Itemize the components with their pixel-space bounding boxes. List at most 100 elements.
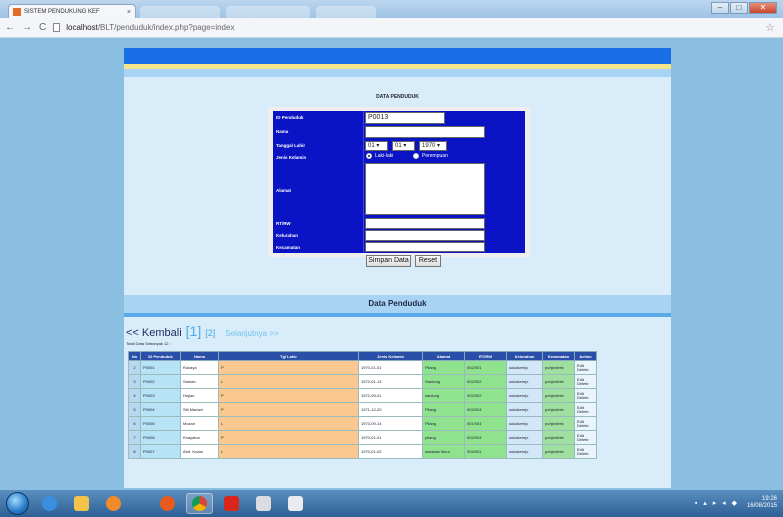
- cell-kel: sukakerejo: [506, 430, 543, 445]
- page-icon: [53, 23, 61, 32]
- address-bar[interactable]: localhost/BLT/penduduk/index.php?page=in…: [66, 23, 234, 32]
- cell-id: P0005: [140, 416, 181, 431]
- radio-laki-laki[interactable]: Laki-laki: [366, 153, 393, 159]
- cell-kel: sukakerejo: [506, 374, 543, 389]
- cell-kel: sukakerejo: [506, 416, 543, 431]
- media-taskbar-icon[interactable]: [100, 493, 127, 514]
- data-penduduk-title: Data Penduduk: [124, 295, 671, 313]
- cell-id: P0006: [140, 430, 181, 445]
- app2-taskbar-icon[interactable]: [282, 493, 309, 514]
- data-penduduk-form: ID Penduduk P0013 Nama Tanggal Lahir 01 …: [273, 111, 525, 253]
- rtrw-input[interactable]: [365, 218, 485, 229]
- delete-link[interactable]: Delete: [577, 423, 594, 428]
- tab-close-icon[interactable]: ×: [127, 9, 131, 16]
- header-banner: [124, 48, 671, 64]
- maximize-button[interactable]: □: [730, 2, 748, 14]
- cell-no: 5: [128, 402, 141, 417]
- cell-rtrw: 002/002: [464, 388, 507, 403]
- browser-tab-blurred[interactable]: [226, 6, 310, 18]
- delete-link[interactable]: Delete: [577, 409, 594, 414]
- cell-no: 8: [128, 444, 141, 459]
- explorer-taskbar-icon[interactable]: [68, 493, 95, 514]
- id-penduduk-input[interactable]: P0013: [365, 112, 445, 124]
- tgl-month-select[interactable]: 01 ▾: [392, 141, 415, 151]
- page-1-link[interactable]: [1]: [186, 323, 202, 339]
- kecamatan-input[interactable]: [365, 242, 485, 252]
- ie-taskbar-icon[interactable]: [36, 493, 63, 514]
- label-id-penduduk: ID Penduduk: [276, 115, 304, 120]
- cell-kec: pohjentrek: [542, 374, 575, 389]
- reload-icon[interactable]: C: [39, 22, 46, 33]
- cell-jk: L: [218, 444, 359, 459]
- cell-tgl: 1970-01-02: [358, 444, 423, 459]
- firefox-taskbar-icon[interactable]: [154, 493, 181, 514]
- cell-nama: Siti Mariani: [180, 402, 219, 417]
- title-strip: [124, 313, 671, 317]
- selanjutnya-link[interactable]: Selanjutnya >>: [225, 329, 278, 338]
- tray-icons[interactable]: ▪ ▴ ▸ ◂ ◆: [695, 499, 739, 507]
- back-arrow-icon[interactable]: ←: [5, 22, 15, 33]
- delete-link[interactable]: Delete: [577, 451, 594, 456]
- start-button[interactable]: [6, 492, 29, 515]
- cell-alamat: Santong: [422, 374, 465, 389]
- cell-tgl: 1970-01-01: [358, 360, 423, 375]
- reset-button[interactable]: Reset: [415, 255, 441, 267]
- cell-nama: Santan: [180, 374, 219, 389]
- tab-title: SISTEM PENDUKUNG KEF: [24, 9, 100, 15]
- cell-nama: Abd. Kodar: [180, 444, 219, 459]
- browser-navbar: ← → C localhost/BLT/penduduk/index.php?p…: [0, 18, 783, 38]
- delete-link[interactable]: Delete: [577, 395, 594, 400]
- close-window-button[interactable]: ✕: [749, 2, 777, 14]
- total-data-text: Total Data Sebanyak 12 :: [126, 341, 171, 346]
- pagination: << Kembali [1] [2] Selanjutnya >>: [126, 323, 279, 339]
- delete-link[interactable]: Delete: [577, 367, 594, 372]
- col-header: Action: [574, 351, 597, 361]
- alamat-textarea[interactable]: [365, 163, 485, 215]
- forward-arrow-icon[interactable]: →: [22, 22, 32, 33]
- browser-tab[interactable]: SISTEM PENDUKUNG KEF ×: [8, 4, 136, 19]
- cell-nama: Mozan: [180, 416, 219, 431]
- chrome-taskbar-icon[interactable]: [186, 493, 213, 514]
- table-row: 8 P0007 Abd. Kodar L 1970-01-02 sukakan timur…: [128, 444, 597, 459]
- pdf-taskbar-icon[interactable]: [218, 493, 245, 514]
- minimize-button[interactable]: –: [711, 2, 729, 14]
- cell-rtrw: 001/004: [464, 416, 507, 431]
- browser-titlebar: SISTEM PENDUKUNG KEF × – □ ✕: [0, 0, 783, 19]
- bookmark-star-icon[interactable]: ☆: [765, 21, 775, 34]
- col-header: Kelurahan: [506, 351, 543, 361]
- kelurahan-input[interactable]: [365, 230, 485, 241]
- clock[interactable]: 19:26 16/08/2015: [747, 496, 777, 510]
- cell-jk: P: [218, 430, 359, 445]
- delete-link[interactable]: Delete: [577, 381, 594, 386]
- windows-taskbar: ▪ ▴ ▸ ◂ ◆ 19:26 16/08/2015: [0, 490, 783, 517]
- cell-no: 6: [128, 416, 141, 431]
- favicon-icon: [13, 8, 21, 16]
- browser-tab-blurred[interactable]: [140, 6, 220, 18]
- col-header: Tgl Lahir: [218, 351, 359, 361]
- delete-link[interactable]: Delete: [577, 437, 594, 442]
- cell-action: Edit Delete: [574, 388, 597, 403]
- cell-rtrw: 002/002: [464, 374, 507, 389]
- cell-action: Edit Delete: [574, 444, 597, 459]
- cell-jk: L: [218, 416, 359, 431]
- tgl-day-select[interactable]: 01 ▾: [365, 141, 388, 151]
- cell-tgl: 1973-09-14: [358, 416, 423, 431]
- cell-alamat: pilang: [422, 430, 465, 445]
- app-taskbar-icon[interactable]: [250, 493, 277, 514]
- cell-rtrw: 002/004: [464, 430, 507, 445]
- col-header: Alamat: [422, 351, 465, 361]
- window-controls: – □ ✕: [711, 2, 777, 14]
- page-2-link[interactable]: [2]: [205, 328, 215, 338]
- cell-kec: pohjentrek: [542, 402, 575, 417]
- browser-tab-blurred[interactable]: [316, 6, 376, 18]
- cell-no: 7: [128, 430, 141, 445]
- simpan-data-button[interactable]: Simpan Data: [366, 255, 411, 267]
- tgl-year-select[interactable]: 1970 ▾: [419, 141, 447, 151]
- cell-kec: pohjentrek: [542, 360, 575, 375]
- cell-jk: L: [218, 374, 359, 389]
- kembali-link[interactable]: << Kembali: [126, 327, 182, 339]
- nama-input[interactable]: [365, 126, 485, 138]
- cell-id: P0007: [140, 444, 181, 459]
- cell-kec: pohjentrek: [542, 388, 575, 403]
- radio-perempuan[interactable]: Perempuan: [413, 153, 448, 159]
